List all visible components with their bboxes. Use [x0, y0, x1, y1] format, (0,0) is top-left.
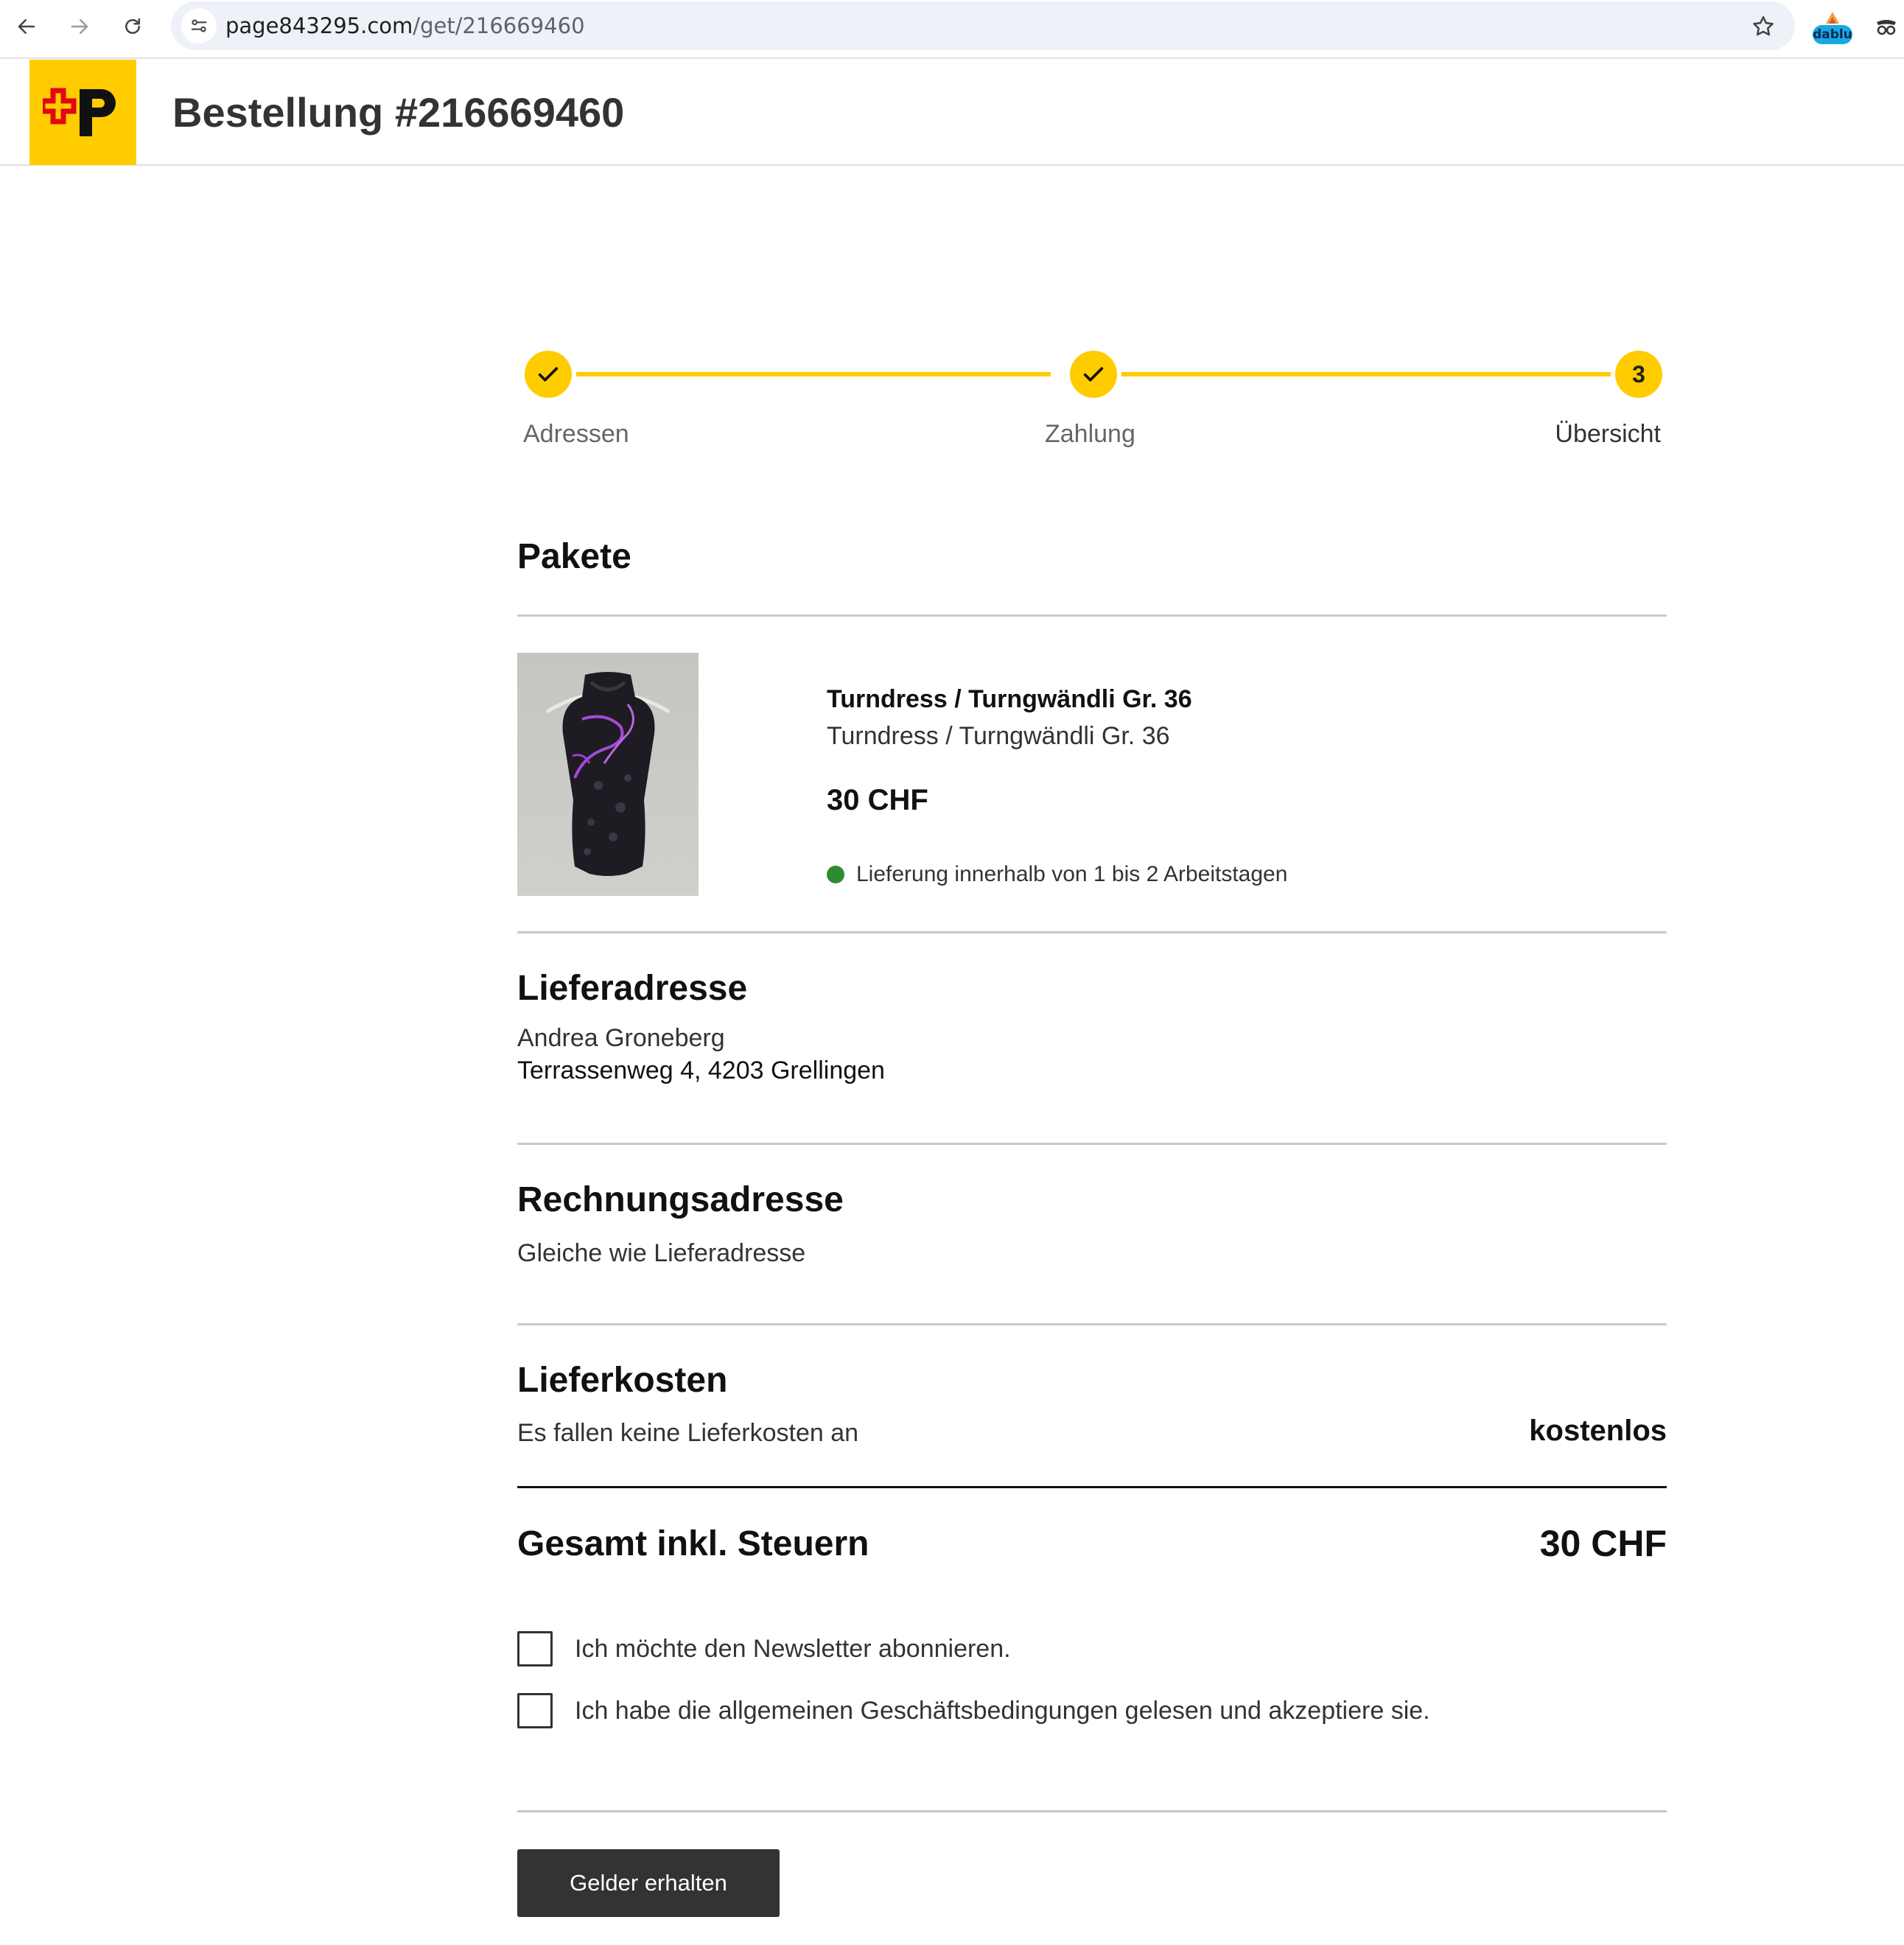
divider [517, 931, 1667, 933]
url-host: page843295.com [225, 13, 413, 38]
total-label: Gesamt inkl. Steuern [517, 1524, 869, 1563]
divider [517, 1810, 1667, 1812]
product-name: Turndress / Turngwändli Gr. 36 [827, 685, 1192, 713]
step-label-adressen[interactable]: Adressen [523, 420, 629, 449]
stepper-connector [1121, 372, 1611, 376]
dablu-badge: dablu [1813, 25, 1852, 44]
terms-checkbox-label[interactable]: Ich habe die allgemeinen Geschäftsbeding… [575, 1697, 1430, 1725]
shipping-costs-heading: Lieferkosten [517, 1361, 728, 1400]
step-label-zahlung[interactable]: Zahlung [1045, 420, 1135, 449]
stepper-connector [576, 372, 1051, 376]
submit-order-button[interactable]: Gelder erhalten [517, 1849, 780, 1917]
terms-checkbox[interactable] [517, 1693, 553, 1728]
site-header: Bestellung #216669460 [0, 60, 1904, 166]
product-image [517, 653, 699, 896]
url-path: /get/216669460 [413, 13, 585, 38]
shipping-costs-value: kostenlos [1529, 1415, 1667, 1447]
newsletter-checkbox[interactable] [517, 1631, 553, 1667]
delivery-info: Lieferung innerhalb von 1 bis 2 Arbeitst… [827, 862, 1287, 887]
incognito-mask-icon[interactable] [1875, 16, 1898, 38]
page-title: Bestellung #216669460 [172, 89, 625, 136]
product-description: Turndress / Turngwändli Gr. 36 [827, 722, 1170, 750]
product-price: 30 CHF [827, 784, 928, 816]
dablu-extension-icon[interactable]: dablu [1811, 9, 1854, 46]
step-2-done-circle[interactable] [1070, 351, 1117, 398]
divider [517, 1323, 1667, 1325]
step-1-done-circle[interactable] [525, 351, 572, 398]
divider [517, 1143, 1667, 1145]
shipping-address-heading: Lieferadresse [517, 969, 748, 1008]
address-bar[interactable]: page843295.com/get/216669460 [171, 1, 1795, 50]
url-text[interactable]: page843295.com/get/216669460 [225, 1, 585, 50]
shipping-costs-text: Es fallen keine Lieferkosten an [517, 1419, 859, 1447]
newsletter-checkbox-row[interactable]: Ich möchte den Newsletter abonnieren. [517, 1631, 1011, 1667]
billing-address-heading: Rechnungsadresse [517, 1180, 844, 1219]
newsletter-checkbox-label[interactable]: Ich möchte den Newsletter abonnieren. [575, 1635, 1011, 1664]
total-divider [517, 1486, 1667, 1488]
divider [517, 614, 1667, 617]
total-value: 30 CHF [1539, 1523, 1667, 1564]
bookmark-star-icon[interactable] [1751, 14, 1776, 39]
forward-arrow-icon[interactable] [62, 9, 97, 44]
site-settings-icon[interactable] [181, 8, 217, 43]
terms-checkbox-row[interactable]: Ich habe die allgemeinen Geschäftsbeding… [517, 1693, 1430, 1728]
swiss-post-logo[interactable] [29, 60, 136, 165]
delivery-text: Lieferung innerhalb von 1 bis 2 Arbeitst… [856, 862, 1288, 886]
shipping-name: Andrea Groneberg [517, 1024, 725, 1052]
billing-address-text: Gleiche wie Lieferadresse [517, 1239, 806, 1267]
checkmark-icon [538, 367, 559, 382]
shipping-street: Terrassenweg 4, 4203 Grellingen [517, 1056, 885, 1084]
packages-heading: Pakete [517, 537, 631, 576]
back-arrow-icon[interactable] [9, 9, 44, 44]
browser-toolbar: page843295.com/get/216669460 dablu [0, 0, 1904, 59]
reload-icon[interactable] [115, 9, 150, 44]
availability-dot-icon [827, 866, 844, 883]
step-label-uebersicht: Übersicht [1555, 420, 1661, 448]
checkmark-icon [1083, 367, 1104, 382]
step-3-active-circle: 3 [1615, 351, 1662, 398]
